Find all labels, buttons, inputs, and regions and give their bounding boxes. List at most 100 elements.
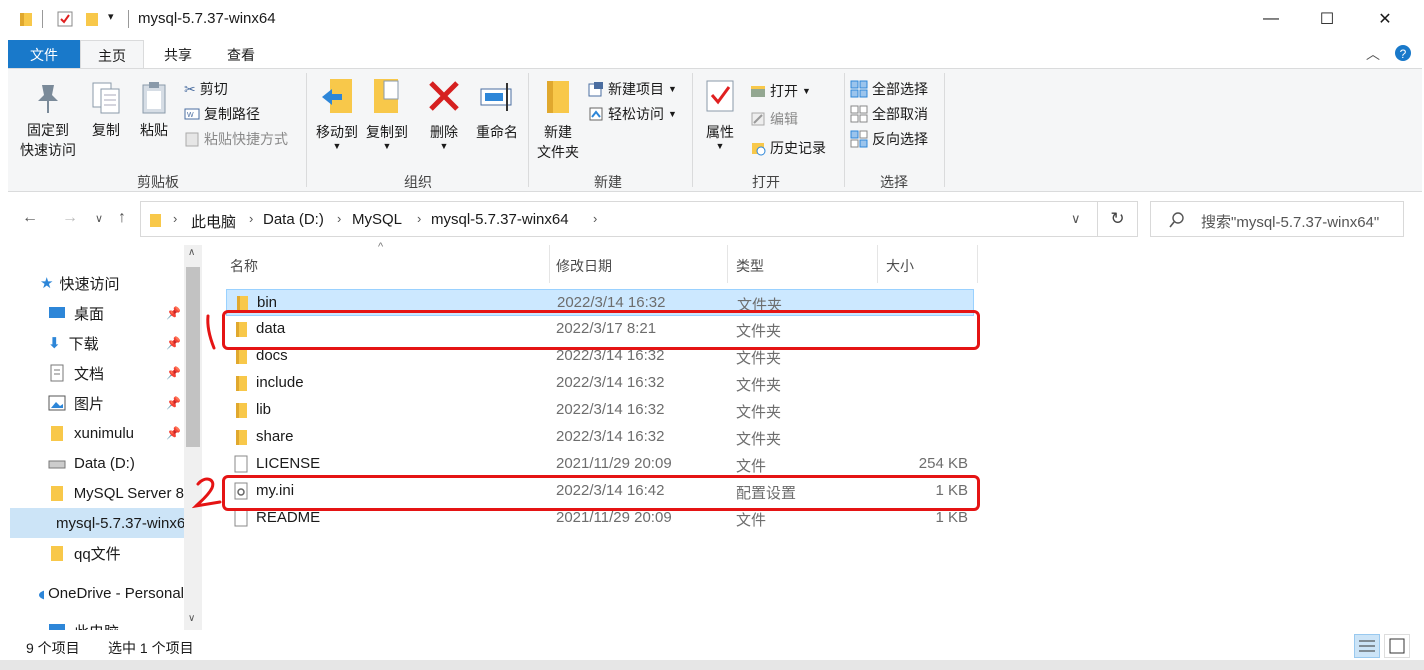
file-date: 2022/3/14 16:32 [556,401,665,418]
nav-item-this-pc[interactable]: 此电脑 [0,616,184,630]
details-view-icon [1359,640,1375,652]
new-item-button[interactable]: 新建项目 ▼ [588,77,677,101]
star-icon: ★ [40,275,54,292]
cut-button[interactable]: ✂ 剪切 [184,77,228,101]
move-to-button[interactable]: 移动到 ▼ [312,77,362,151]
nav-item-quick-access[interactable]: ★ 快速访问 [0,268,184,298]
breadcrumb-separator-icon[interactable]: › [593,211,597,226]
pin-icon[interactable]: 📌 [166,396,181,410]
nav-item-downloads[interactable]: ⬇ 下载 📌 [0,328,184,358]
large-icons-view-button[interactable] [1384,634,1410,658]
back-arrow-icon[interactable]: ← [22,209,38,227]
nav-item-data-drive[interactable]: Data (D:) [0,448,184,478]
pin-icon[interactable]: 📌 [166,336,181,350]
new-folder-icon [547,81,569,113]
file-name: share [256,428,294,445]
paste-button[interactable]: 粘贴 [134,81,174,140]
nav-item-mysql-server[interactable]: MySQL Server 8 [0,478,184,508]
edit-button[interactable]: 编辑 [750,107,798,131]
up-arrow-icon[interactable]: ↑ [118,209,126,227]
folder-icon [150,214,161,227]
file-name: include [256,374,304,391]
tab-view[interactable]: 查看 [210,40,272,68]
nav-item-desktop[interactable]: 桌面 📌 [0,298,184,328]
tab-home[interactable]: 主页 [80,40,144,68]
nav-item-pictures[interactable]: 图片 📌 [0,388,184,418]
breadcrumb-separator-icon[interactable]: › [173,211,177,226]
new-folder-button[interactable]: 新建 文件夹 [532,77,584,162]
open-group-label: 打开 [752,174,780,190]
help-icon[interactable]: ? [1394,44,1412,62]
paste-label: 粘贴 [140,122,168,138]
column-header-type[interactable]: 类型 [728,245,878,283]
collapse-ribbon-icon[interactable]: ︿ [1366,44,1380,64]
easy-access-label: 轻松访问 [608,106,664,122]
file-row[interactable]: lib 2022/3/14 16:32 文件夹 [226,397,974,424]
forward-arrow-icon[interactable]: → [62,209,78,227]
edit-icon [751,112,765,126]
cloud-icon [39,590,45,600]
properties-button[interactable]: 属性 ▼ [700,77,740,151]
scroll-up-icon[interactable]: ∧ [188,247,195,258]
breadcrumb-separator-icon[interactable]: › [249,211,253,226]
copy-to-button[interactable]: 复制到 ▼ [362,77,412,151]
nav-item-onedrive[interactable]: OneDrive - Personal [0,578,184,608]
address-dropdown-chevron-icon[interactable]: ∨ [1071,211,1081,227]
file-row[interactable]: include 2022/3/14 16:32 文件夹 [226,370,974,397]
address-bar[interactable]: › 此电脑 › Data (D:) › MySQL › mysql-5.7.37… [140,201,1098,237]
pin-icon[interactable]: 📌 [166,426,181,440]
recent-locations-chevron-icon[interactable]: ∨ [95,212,103,225]
pin-icon [38,85,58,113]
nav-item-xunimulu[interactable]: xunimulu 📌 [0,418,184,448]
history-button[interactable]: 历史记录 [750,136,826,160]
folder-icon [51,546,63,561]
pin-icon[interactable]: 📌 [166,366,181,380]
open-button[interactable]: 打开 ▼ [750,79,811,103]
details-view-button[interactable] [1354,634,1380,658]
new-folder-quick-icon[interactable] [84,10,100,28]
minimize-button[interactable]: — [1242,0,1300,38]
refresh-button[interactable]: ↻ [1098,201,1138,237]
nav-scrollbar[interactable]: ∧ ∨ [184,245,202,630]
nav-scrollbar-thumb[interactable] [186,267,200,447]
close-button[interactable]: ✕ [1356,0,1414,38]
new-group-label: 新建 [594,174,622,190]
paste-shortcut-button[interactable]: 粘贴快捷方式 [184,127,288,151]
file-date: 2021/11/29 20:09 [556,509,672,526]
pin-icon[interactable]: 📌 [166,306,181,320]
breadcrumb-mysql[interactable]: MySQL [352,211,402,228]
column-header-date[interactable]: 修改日期 [550,245,728,283]
tab-share[interactable]: 共享 [148,40,208,68]
history-label: 历史记录 [770,140,826,156]
maximize-button[interactable]: ☐ [1298,0,1356,38]
pin-label-2: 快速访问 [20,142,76,158]
pin-quick-access-button[interactable]: 固定到 快速访问 [14,81,82,160]
select-all-button[interactable]: 全部选择 [850,77,928,101]
column-header-name[interactable]: 名称 [214,245,550,283]
nav-item-mysql-winx64[interactable]: mysql-5.7.37-winx64 [10,508,184,538]
tab-file[interactable]: 文件 [8,40,80,68]
scroll-down-icon[interactable]: ∨ [188,613,195,624]
breadcrumb-separator-icon[interactable]: › [337,211,341,226]
nav-item-label: MySQL Server 8 [73,484,184,502]
easy-access-button[interactable]: 轻松访问 ▼ [588,102,677,126]
search-input[interactable]: 搜索"mysql-5.7.37-winx64" [1150,201,1404,237]
properties-check-icon[interactable] [56,10,74,28]
breadcrumb-separator-icon[interactable]: › [417,211,421,226]
customize-quick-access-icon[interactable]: ▾ [108,10,114,23]
file-row[interactable]: share 2022/3/14 16:32 文件夹 [226,424,974,451]
nav-item-documents[interactable]: 文档 📌 [0,358,184,388]
breadcrumb-data-drive[interactable]: Data (D:) [263,211,324,228]
breadcrumb-current-folder[interactable]: mysql-5.7.37-winx64 [431,211,569,228]
nav-item-qq-files[interactable]: qq文件 [0,538,184,568]
select-none-button[interactable]: 全部取消 [850,102,928,126]
copy-button[interactable]: 复制 [86,81,126,140]
copy-path-button[interactable]: W 复制路径 [184,102,260,126]
invert-selection-button[interactable]: 反向选择 [850,127,928,151]
column-header-size[interactable]: 大小 [878,245,978,283]
file-row[interactable]: LICENSE 2021/11/29 20:09 文件 254 KB [226,451,974,478]
breadcrumb-this-pc[interactable]: 此电脑 [191,211,236,232]
rename-button[interactable]: 重命名 [470,77,524,142]
file-icon [234,455,248,473]
delete-button[interactable]: 删除 ▼ [424,77,464,151]
